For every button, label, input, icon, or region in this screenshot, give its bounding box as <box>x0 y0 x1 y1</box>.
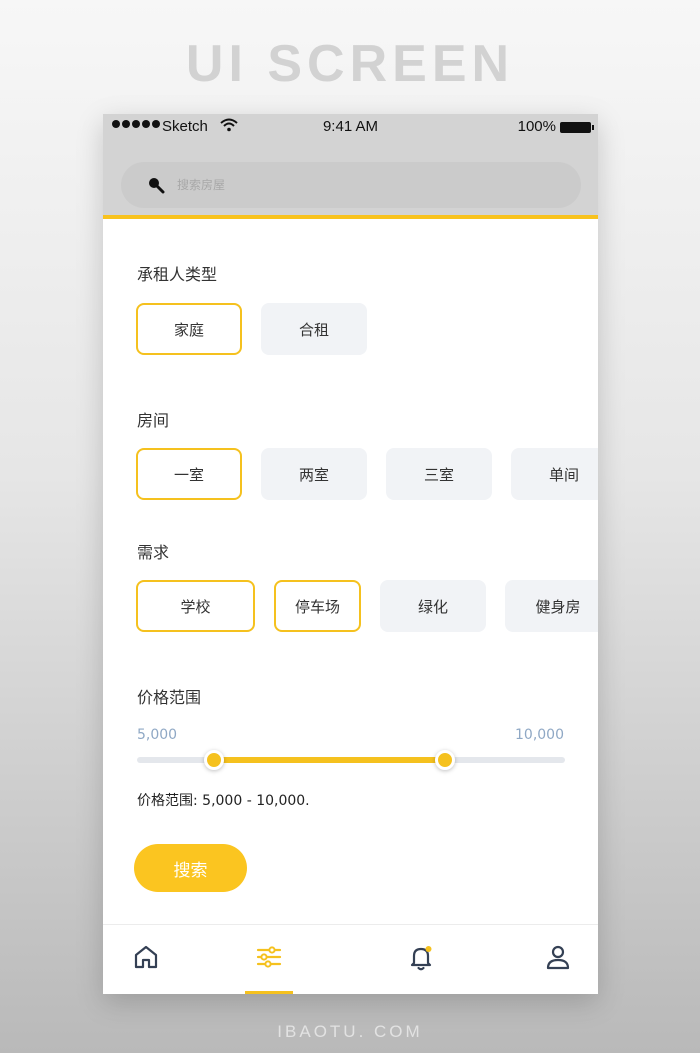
poster-footer: IBAOTU. COM <box>277 1022 423 1041</box>
tab-filter[interactable] <box>251 939 287 975</box>
chip-two-rooms[interactable]: 两室 <box>261 448 367 500</box>
needs-title: 需求 <box>137 543 170 562</box>
tab-home[interactable] <box>128 939 164 975</box>
chip-family[interactable]: 家庭 <box>136 303 242 355</box>
price-slider-max-handle[interactable] <box>435 750 456 770</box>
battery-icon <box>560 122 594 133</box>
price-range-title: 价格范围 <box>137 688 202 707</box>
tab-bar <box>103 924 598 994</box>
chip-single-room[interactable]: 单间 <box>511 448 598 500</box>
price-max-label: 10,000 <box>515 727 564 743</box>
rooms-title: 房间 <box>137 411 170 430</box>
chip-three-rooms[interactable]: 三室 <box>386 448 492 500</box>
chip-parking[interactable]: 停车场 <box>274 580 361 632</box>
search-bar[interactable] <box>121 162 581 208</box>
poster-title: UI SCREEN <box>185 35 515 93</box>
status-bar: Sketch 9:41 AM 100% <box>103 114 598 140</box>
price-slider[interactable] <box>137 750 565 770</box>
price-range-summary: 价格范围: 5,000 - 10,000. <box>137 793 310 809</box>
tab-notifications[interactable] <box>403 939 439 975</box>
battery-percentage: 100% <box>517 118 556 135</box>
chip-shared-rent[interactable]: 合租 <box>261 303 367 355</box>
chip-one-room[interactable]: 一室 <box>136 448 242 500</box>
price-slider-fill <box>214 757 446 763</box>
user-icon <box>546 945 570 970</box>
chip-gym[interactable]: 健身房 <box>505 580 598 632</box>
search-button[interactable]: 搜索 <box>134 844 247 892</box>
header: Sketch 9:41 AM 100% <box>103 114 598 219</box>
active-tab-indicator <box>245 991 293 994</box>
home-icon <box>134 945 158 969</box>
chip-greenery[interactable]: 绿化 <box>380 580 486 632</box>
chip-school[interactable]: 学校 <box>136 580 255 632</box>
price-min-label: 5,000 <box>137 727 178 743</box>
search-input[interactable] <box>177 173 557 197</box>
notification-badge <box>425 946 432 952</box>
phone-screen: Sketch 9:41 AM 100% 承租人类型 家庭 合租 房间 一室 两室… <box>103 114 598 994</box>
bell-icon <box>410 946 432 971</box>
price-slider-min-handle[interactable] <box>204 750 225 770</box>
tab-profile[interactable] <box>540 939 576 975</box>
tenant-type-title: 承租人类型 <box>137 265 218 284</box>
search-icon <box>149 178 165 194</box>
filter-sliders-icon <box>256 946 282 968</box>
